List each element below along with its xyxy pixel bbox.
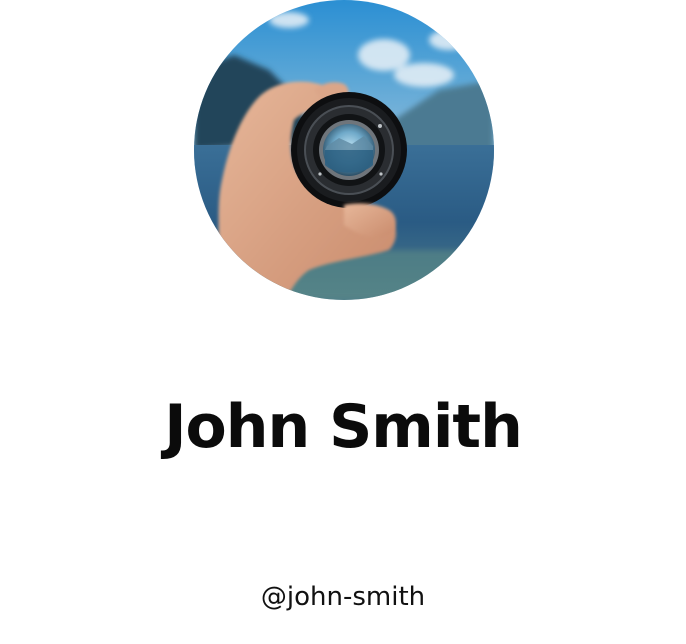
profile-avatar[interactable] [194, 0, 494, 300]
profile-name: John Smith [164, 392, 523, 462]
profile-card: John Smith @john-smith [0, 0, 686, 644]
profile-handle[interactable]: @john-smith [0, 580, 686, 614]
avatar-image [194, 0, 494, 300]
